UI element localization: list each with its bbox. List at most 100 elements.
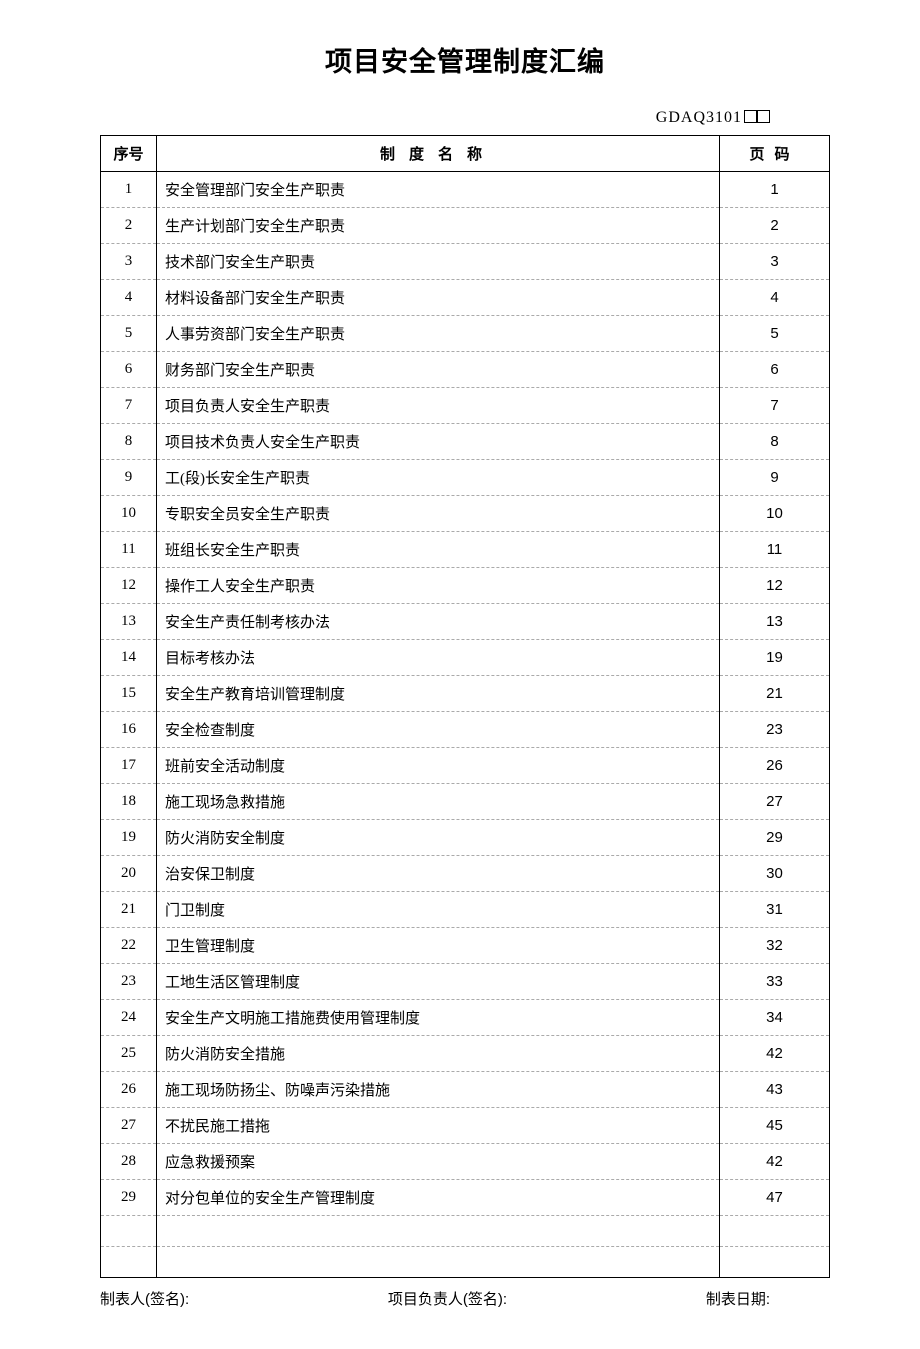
table-row: 18施工现场急救措施27 [101,784,830,820]
cell-page: 13 [720,604,830,640]
cell-page: 6 [720,352,830,388]
preparer-signature-label: 制表人(签名): [100,1288,189,1309]
cell-page: 34 [720,1000,830,1036]
table-row: 12操作工人安全生产职责12 [101,568,830,604]
cell-page: 9 [720,460,830,496]
cell-name: 人事劳资部门安全生产职责 [157,316,720,352]
cell-page: 11 [720,532,830,568]
cell-name: 门卫制度 [157,892,720,928]
cell-page: 29 [720,820,830,856]
table-row: 2生产计划部门安全生产职责2 [101,208,830,244]
cell-name: 项目负责人安全生产职责 [157,388,720,424]
table-row-empty [101,1216,830,1247]
cell-name: 安全生产责任制考核办法 [157,604,720,640]
table-row: 10专职安全员安全生产职责10 [101,496,830,532]
cell-name: 材料设备部门安全生产职责 [157,280,720,316]
header-page: 页码 [720,136,830,172]
cell-page: 19 [720,640,830,676]
cell-seq: 29 [101,1180,157,1216]
table-row: 14目标考核办法19 [101,640,830,676]
table-row: 7项目负责人安全生产职责7 [101,388,830,424]
table-row: 15安全生产教育培训管理制度21 [101,676,830,712]
date-label: 制表日期: [706,1288,770,1309]
table-row-empty [101,1247,830,1278]
table-row: 28应急救援预案42 [101,1144,830,1180]
cell-name: 专职安全员安全生产职责 [157,496,720,532]
cell-page: 30 [720,856,830,892]
document-code-line: GDAQ3101 [100,109,830,127]
cell-empty [157,1247,720,1278]
table-row: 6财务部门安全生产职责6 [101,352,830,388]
table-row: 21门卫制度31 [101,892,830,928]
cell-seq: 3 [101,244,157,280]
cell-page: 2 [720,208,830,244]
cell-seq: 11 [101,532,157,568]
cell-seq: 10 [101,496,157,532]
cell-name: 对分包单位的安全生产管理制度 [157,1180,720,1216]
table-row: 5人事劳资部门安全生产职责5 [101,316,830,352]
cell-name: 治安保卫制度 [157,856,720,892]
cell-name: 安全生产文明施工措施费使用管理制度 [157,1000,720,1036]
cell-seq: 18 [101,784,157,820]
checkbox-empty-icon [757,110,770,123]
cell-name: 班组长安全生产职责 [157,532,720,568]
cell-seq: 7 [101,388,157,424]
table-row: 26施工现场防扬尘、防噪声污染措施43 [101,1072,830,1108]
table-row: 11班组长安全生产职责11 [101,532,830,568]
cell-name: 卫生管理制度 [157,928,720,964]
cell-name: 安全管理部门安全生产职责 [157,172,720,208]
cell-name: 防火消防安全制度 [157,820,720,856]
document-title: 项目安全管理制度汇编 [100,40,830,79]
cell-seq: 20 [101,856,157,892]
cell-empty [720,1247,830,1278]
cell-name: 技术部门安全生产职责 [157,244,720,280]
cell-seq: 23 [101,964,157,1000]
cell-seq: 6 [101,352,157,388]
cell-page: 26 [720,748,830,784]
table-row: 17班前安全活动制度26 [101,748,830,784]
cell-empty [101,1247,157,1278]
cell-page: 7 [720,388,830,424]
cell-page: 12 [720,568,830,604]
table-header-row: 序号 制度名称 页码 [101,136,830,172]
table-body: 1安全管理部门安全生产职责12生产计划部门安全生产职责23技术部门安全生产职责3… [101,172,830,1278]
table-row: 8项目技术负责人安全生产职责8 [101,424,830,460]
cell-seq: 25 [101,1036,157,1072]
checkbox-empty-icon [744,110,757,123]
document-code: GDAQ3101 [656,109,742,126]
cell-page: 4 [720,280,830,316]
table-row: 4材料设备部门安全生产职责4 [101,280,830,316]
table-row: 3技术部门安全生产职责3 [101,244,830,280]
cell-page: 3 [720,244,830,280]
cell-page: 43 [720,1072,830,1108]
cell-seq: 27 [101,1108,157,1144]
cell-name: 应急救援预案 [157,1144,720,1180]
cell-seq: 21 [101,892,157,928]
cell-seq: 4 [101,280,157,316]
cell-page: 32 [720,928,830,964]
cell-name: 班前安全活动制度 [157,748,720,784]
header-seq: 序号 [101,136,157,172]
cell-seq: 26 [101,1072,157,1108]
cell-seq: 14 [101,640,157,676]
cell-page: 21 [720,676,830,712]
cell-empty [157,1216,720,1247]
cell-empty [720,1216,830,1247]
code-boxes [744,109,770,127]
cell-seq: 19 [101,820,157,856]
cell-name: 防火消防安全措施 [157,1036,720,1072]
cell-empty [101,1216,157,1247]
cell-name: 目标考核办法 [157,640,720,676]
cell-name: 安全生产教育培训管理制度 [157,676,720,712]
cell-name: 不扰民施工措拖 [157,1108,720,1144]
cell-seq: 16 [101,712,157,748]
table-row: 29对分包单位的安全生产管理制度47 [101,1180,830,1216]
table-row: 1安全管理部门安全生产职责1 [101,172,830,208]
cell-name: 操作工人安全生产职责 [157,568,720,604]
regulations-table: 序号 制度名称 页码 1安全管理部门安全生产职责12生产计划部门安全生产职责23… [100,135,830,1278]
cell-seq: 9 [101,460,157,496]
cell-seq: 8 [101,424,157,460]
cell-page: 27 [720,784,830,820]
table-row: 16安全检查制度23 [101,712,830,748]
cell-seq: 5 [101,316,157,352]
